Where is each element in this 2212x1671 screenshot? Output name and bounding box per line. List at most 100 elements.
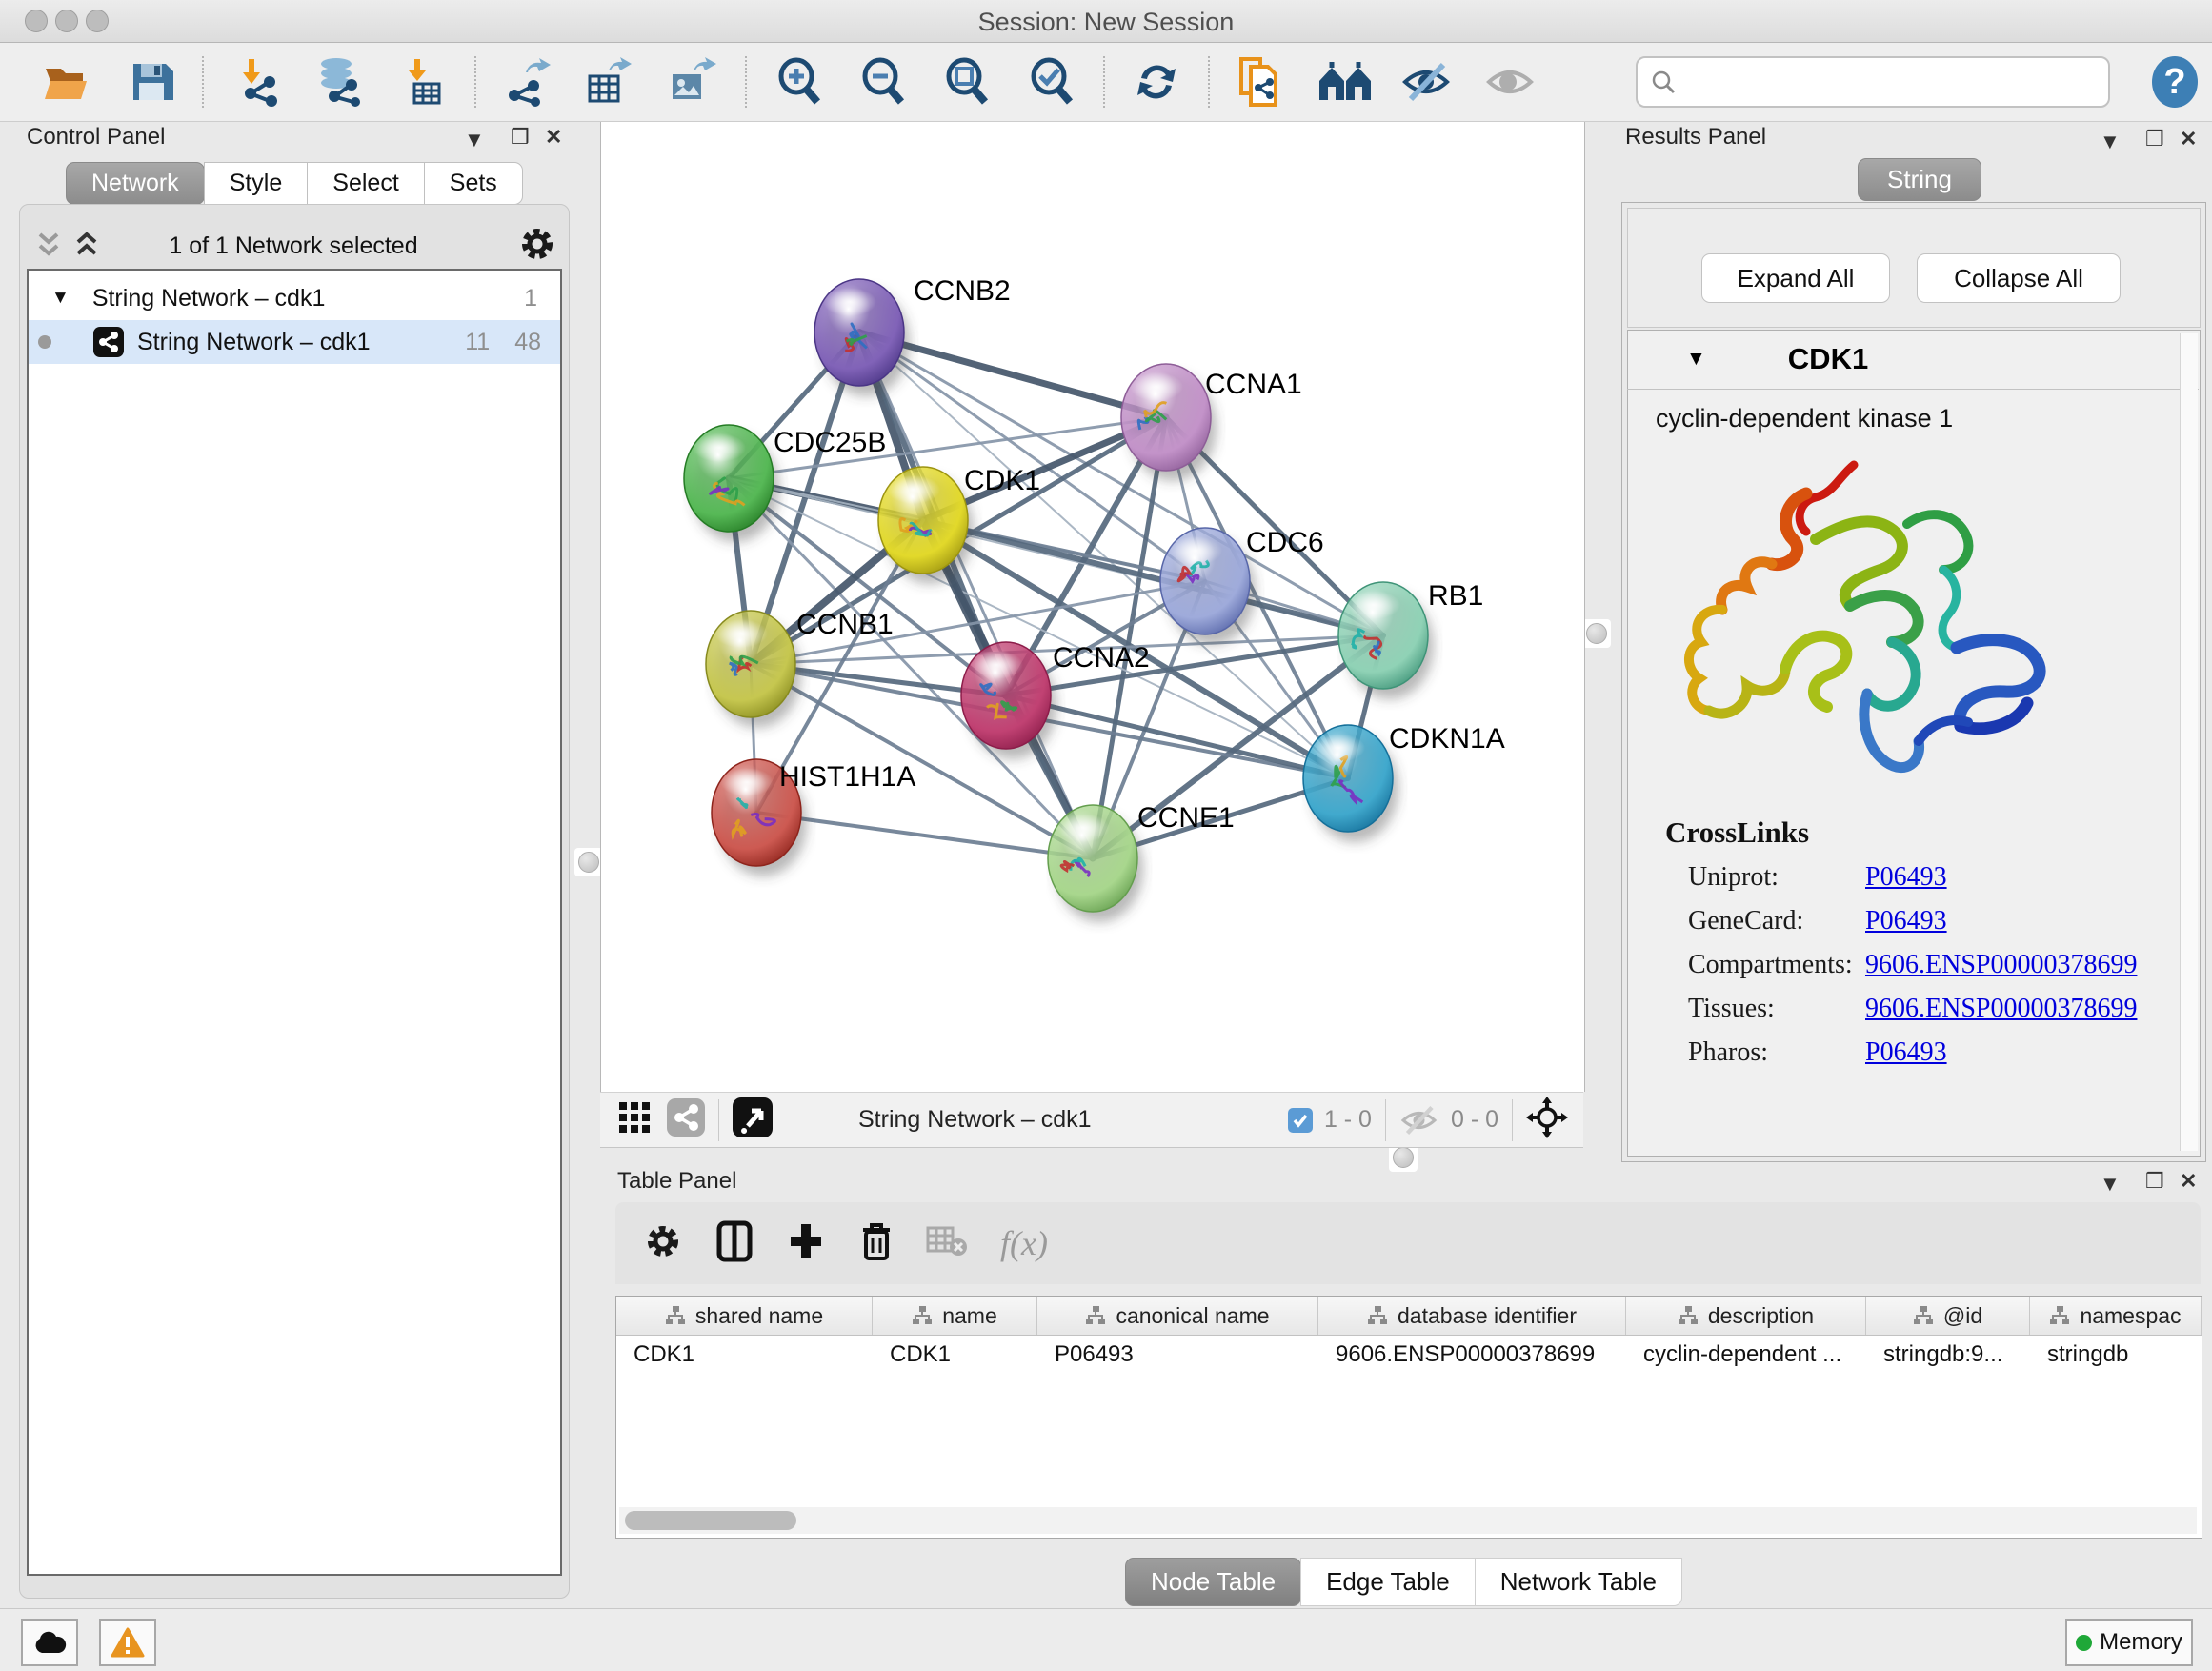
tab-style[interactable]: Style (204, 162, 309, 205)
help-icon: ? (2150, 55, 2200, 109)
selected-checkbox[interactable] (1288, 1108, 1313, 1133)
network-canvas[interactable]: CCNB2CCNA1CDC25BCDK1CDC6RB1CCNB1CCNA2CDK… (600, 122, 1585, 1092)
table-options-button[interactable] (644, 1222, 682, 1265)
help-button[interactable]: ? (2147, 54, 2202, 110)
crosslink-value-link[interactable]: 9606.ENSP00000378699 (1865, 950, 2137, 994)
pan-mode-button[interactable] (1526, 1097, 1568, 1143)
scrollbar-thumb[interactable] (625, 1511, 796, 1530)
network-node-CCNA1[interactable] (1121, 364, 1217, 481)
network-node-CDKN1A[interactable] (1303, 725, 1398, 842)
tab-network-table[interactable]: Network Table (1475, 1558, 1682, 1606)
tab-sets[interactable]: Sets (424, 162, 523, 205)
save-session-button[interactable] (124, 54, 179, 110)
table-cell[interactable]: CDK1 (873, 1336, 1037, 1374)
zoom-out-button[interactable] (855, 54, 911, 110)
hide-unhide-button[interactable] (1400, 54, 1456, 110)
table-panel-collapse-button[interactable]: ▼ (2100, 1172, 2121, 1197)
export-image-button[interactable] (663, 54, 718, 110)
network-row-selected[interactable]: String Network – cdk1 11 48 (29, 320, 560, 364)
network-node-CCNE1[interactable] (1048, 805, 1143, 922)
open-session-button[interactable] (40, 54, 95, 110)
birdseye-view-button[interactable] (733, 1097, 773, 1142)
memory-button[interactable]: Memory (2065, 1619, 2193, 1666)
table-cell[interactable]: P06493 (1037, 1336, 1318, 1374)
network-node-CCNB1[interactable] (706, 611, 801, 728)
network-node-CDC25B[interactable] (684, 425, 779, 542)
column-header-namespac[interactable]: namespac (2030, 1297, 2202, 1335)
tab-select[interactable]: Select (307, 162, 424, 205)
results-panel-collapse-button[interactable]: ▼ (2100, 130, 2121, 154)
table-cell[interactable]: CDK1 (616, 1336, 873, 1374)
delete-table-button[interactable] (926, 1224, 968, 1263)
left-splitter-handle[interactable] (574, 848, 603, 876)
table-cell[interactable]: cyclin-dependent ... (1626, 1336, 1866, 1374)
crosslink-value-link[interactable]: P06493 (1865, 1037, 1947, 1081)
column-header-canonical-name[interactable]: canonical name (1037, 1297, 1318, 1335)
network-mode-button[interactable] (667, 1098, 705, 1141)
network-node-CDC6[interactable] (1160, 528, 1256, 645)
expand-all-button[interactable]: Expand All (1701, 253, 1890, 303)
clone-network-button[interactable] (1233, 54, 1288, 110)
warnings-button[interactable] (99, 1619, 156, 1666)
show-hidden-button[interactable] (1484, 54, 1539, 110)
tab-string[interactable]: String (1858, 158, 1981, 201)
table-cell[interactable]: stringdb:9... (1866, 1336, 2030, 1374)
string-home-button[interactable] (1317, 54, 1373, 110)
crosslink-label: Tissues: (1688, 994, 1865, 1037)
network-node-CDK1[interactable] (878, 467, 974, 584)
control-panel-float-button[interactable]: ❒ (511, 125, 530, 150)
network-edge[interactable] (756, 813, 1093, 858)
refresh-button[interactable] (1129, 54, 1184, 110)
network-panel-options-button[interactable] (518, 225, 556, 268)
control-panel-collapse-button[interactable]: ▼ (464, 128, 485, 152)
table-panel-float-button[interactable]: ❒ (2145, 1169, 2164, 1194)
expand-all-networks-button[interactable] (72, 229, 101, 266)
crosslink-value-link[interactable]: P06493 (1865, 862, 1947, 906)
network-node-RB1[interactable] (1338, 582, 1434, 699)
network-node-CCNA2[interactable] (961, 642, 1056, 759)
column-header-shared-name[interactable]: shared name (616, 1297, 873, 1335)
control-panel-close-button[interactable]: ✕ (545, 125, 562, 150)
import-network-file-button[interactable] (231, 54, 286, 110)
add-column-button[interactable] (787, 1220, 825, 1267)
results-panel-close-button[interactable]: ✕ (2180, 127, 2197, 151)
collection-expand-arrow[interactable]: ▼ (51, 288, 70, 309)
export-table-button[interactable] (580, 54, 635, 110)
crosslink-value-link[interactable]: P06493 (1865, 906, 1947, 950)
delete-column-button[interactable] (859, 1220, 894, 1267)
zoom-fit-button[interactable] (939, 54, 995, 110)
collapse-all-networks-button[interactable] (34, 229, 63, 266)
results-scrollbar[interactable] (2180, 333, 2198, 1151)
column-header-@id[interactable]: @id (1866, 1297, 2030, 1335)
houses-icon (1317, 60, 1373, 104)
table-horizontal-scrollbar[interactable] (619, 1507, 2197, 1534)
tab-network[interactable]: Network (66, 162, 205, 205)
results-section-header[interactable]: ▼ CDK1 (1627, 330, 2199, 390)
tab-node-table[interactable]: Node Table (1125, 1558, 1301, 1606)
tab-edge-table[interactable]: Edge Table (1300, 1558, 1476, 1606)
collapse-all-button[interactable]: Collapse All (1917, 253, 2121, 303)
network-collection-row[interactable]: ▼ String Network – cdk1 1 (29, 276, 560, 320)
function-builder-button[interactable]: f(x) (1000, 1223, 1048, 1263)
table-row[interactable]: CDK1CDK1P064939606.ENSP00000378699cyclin… (616, 1336, 2202, 1374)
section-collapse-arrow[interactable]: ▼ (1686, 348, 1706, 371)
import-network-database-button[interactable] (312, 54, 367, 110)
export-network-button[interactable] (498, 54, 553, 110)
crosslink-value-link[interactable]: 9606.ENSP00000378699 (1865, 994, 2137, 1037)
search-input[interactable] (1685, 68, 2108, 96)
show-columns-button[interactable] (716, 1220, 753, 1267)
import-table-button[interactable] (396, 54, 452, 110)
table-cell[interactable]: stringdb (2030, 1336, 2202, 1374)
results-panel-float-button[interactable]: ❒ (2145, 127, 2164, 151)
right-splitter-handle[interactable] (1582, 619, 1611, 648)
zoom-selected-button[interactable] (1024, 54, 1079, 110)
column-header-name[interactable]: name (873, 1297, 1037, 1335)
zoom-in-button[interactable] (772, 54, 827, 110)
column-header-description[interactable]: description (1626, 1297, 1866, 1335)
table-cell[interactable]: 9606.ENSP00000378699 (1318, 1336, 1626, 1374)
grid-mode-button[interactable] (617, 1100, 652, 1139)
table-panel-close-button[interactable]: ✕ (2180, 1169, 2197, 1194)
column-header-database-identifier[interactable]: database identifier (1318, 1297, 1626, 1335)
network-node-CCNB2[interactable] (814, 279, 910, 396)
cloud-status-button[interactable] (21, 1619, 78, 1666)
